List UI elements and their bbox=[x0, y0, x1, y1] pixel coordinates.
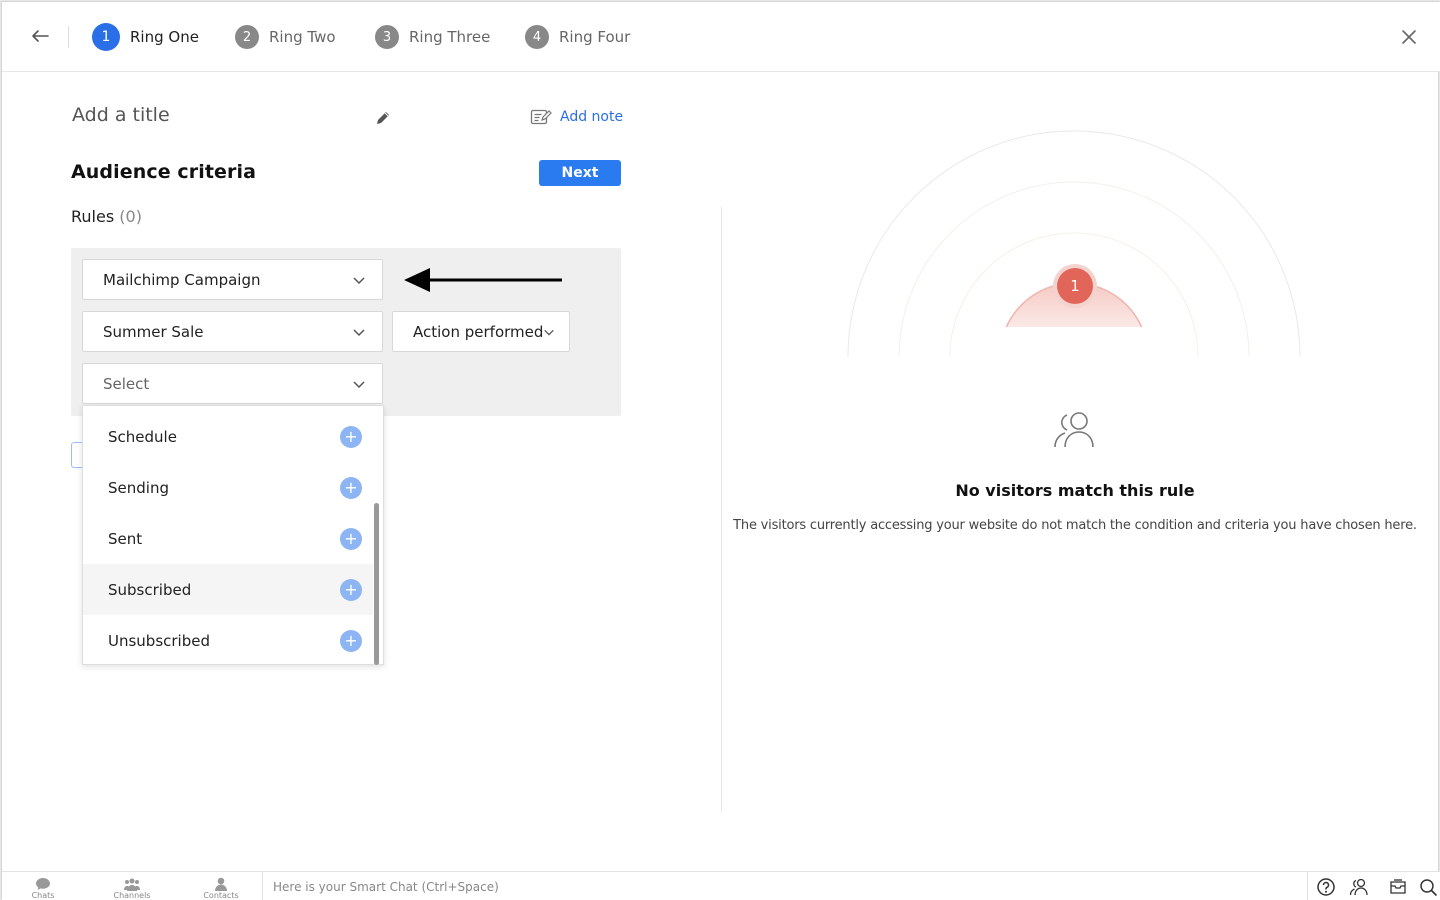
step-ring-four[interactable]: 4 Ring Four bbox=[525, 23, 630, 51]
dropdown-option[interactable]: Unsubscribed + bbox=[83, 615, 373, 666]
close-button[interactable] bbox=[1396, 24, 1422, 50]
back-button[interactable] bbox=[24, 22, 56, 50]
header-separator bbox=[68, 26, 69, 48]
step-label: Ring Four bbox=[559, 28, 631, 46]
arrow-left-icon bbox=[32, 30, 49, 42]
step-label: Ring Three bbox=[409, 28, 491, 46]
event-select[interactable]: Select bbox=[82, 363, 383, 404]
header: 1 Ring One 2 Ring Two 3 Ring Three 4 Rin… bbox=[2, 2, 1440, 72]
step-ring-three[interactable]: 3 Ring Three bbox=[375, 23, 490, 51]
rules-count: (0) bbox=[119, 207, 142, 226]
visitors-icon bbox=[1054, 412, 1094, 448]
rules-label: Rules bbox=[71, 207, 115, 226]
dropdown-scrollbar[interactable] bbox=[374, 503, 379, 665]
next-button[interactable]: Next bbox=[539, 160, 621, 186]
contact-icon bbox=[215, 877, 227, 891]
dropdown-option[interactable]: Sent + bbox=[83, 513, 373, 564]
chevron-down-icon bbox=[544, 329, 554, 336]
chevron-down-icon bbox=[353, 329, 365, 337]
help-icon[interactable] bbox=[1316, 877, 1336, 897]
option-label: Schedule bbox=[108, 427, 177, 446]
event-select-placeholder: Select bbox=[103, 374, 150, 393]
channels-icon bbox=[124, 878, 140, 891]
dropdown-option[interactable]: Subscribed + bbox=[83, 564, 373, 615]
panel-divider bbox=[721, 207, 722, 812]
step-label: Ring One bbox=[130, 28, 199, 46]
option-label: Sent bbox=[108, 529, 143, 548]
step-ring-one[interactable]: 1 Ring One bbox=[92, 23, 199, 51]
edit-title-button[interactable] bbox=[374, 109, 394, 129]
plus-icon[interactable]: + bbox=[340, 630, 362, 652]
action-select-value: Action performed bbox=[413, 322, 544, 341]
empty-state-title: No visitors match this rule bbox=[955, 481, 1195, 500]
campaign-select[interactable]: Summer Sale bbox=[82, 311, 383, 352]
inbox-icon[interactable] bbox=[1388, 877, 1408, 897]
nav-chats[interactable]: Chats bbox=[3, 872, 83, 900]
chevron-down-icon bbox=[353, 381, 365, 389]
source-select[interactable]: Mailchimp Campaign bbox=[82, 259, 383, 300]
smart-chat-input[interactable]: Here is your Smart Chat (Ctrl+Space) bbox=[262, 872, 1308, 900]
campaign-select-value: Summer Sale bbox=[103, 322, 204, 341]
step-number: 1 bbox=[92, 23, 120, 51]
bottom-bar: Chats Channels Contacts Here is your Sma… bbox=[2, 871, 1440, 900]
section-title: Audience criteria bbox=[71, 161, 257, 183]
nav-contacts[interactable]: Contacts bbox=[181, 872, 261, 900]
dropdown-option[interactable]: Schedule + bbox=[83, 411, 373, 462]
step-number: 3 bbox=[375, 25, 399, 49]
nav-label: Chats bbox=[31, 891, 55, 900]
source-select-value: Mailchimp Campaign bbox=[103, 270, 261, 289]
plus-icon[interactable]: + bbox=[340, 477, 362, 499]
option-label: Unsubscribed bbox=[108, 631, 210, 650]
step-label: Ring Two bbox=[269, 28, 336, 46]
chat-bubble-icon bbox=[36, 878, 50, 890]
dropdown-option[interactable]: Sending + bbox=[83, 462, 373, 513]
note-icon bbox=[530, 109, 552, 125]
plus-icon[interactable]: + bbox=[340, 426, 362, 448]
title-input[interactable]: Add a title bbox=[72, 104, 170, 126]
pencil-icon bbox=[377, 112, 389, 124]
plus-icon[interactable]: + bbox=[340, 579, 362, 601]
app-window: 1 Ring One 2 Ring Two 3 Ring Three 4 Rin… bbox=[1, 1, 1440, 900]
arrow-left-indicator-icon bbox=[404, 268, 562, 292]
close-icon bbox=[1402, 30, 1416, 44]
add-note-label: Add note bbox=[560, 109, 624, 125]
add-note-button[interactable]: Add note bbox=[530, 108, 623, 126]
step-number: 4 bbox=[525, 25, 549, 49]
empty-state-description: The visitors currently accessing your we… bbox=[733, 518, 1417, 533]
ring-visualization bbox=[847, 130, 1301, 367]
option-label: Sending bbox=[108, 478, 169, 497]
action-select[interactable]: Action performed bbox=[392, 311, 570, 352]
visitors-icon[interactable] bbox=[1349, 877, 1369, 897]
rules-heading: Rules (0) bbox=[71, 207, 142, 226]
ring-badge-number: 1 bbox=[1057, 268, 1093, 304]
event-dropdown: Schedule + Sending + Sent + Subscribed +… bbox=[82, 405, 384, 665]
nav-label: Contacts bbox=[203, 891, 239, 900]
option-label: Subscribed bbox=[108, 580, 192, 599]
search-icon[interactable] bbox=[1418, 877, 1438, 897]
plus-icon[interactable]: + bbox=[340, 528, 362, 550]
nav-label: Channels bbox=[113, 891, 151, 900]
nav-channels[interactable]: Channels bbox=[92, 872, 172, 900]
step-ring-two[interactable]: 2 Ring Two bbox=[235, 23, 336, 51]
ring-badge: 1 bbox=[1053, 264, 1097, 308]
step-number: 2 bbox=[235, 25, 259, 49]
chevron-down-icon bbox=[353, 277, 365, 285]
